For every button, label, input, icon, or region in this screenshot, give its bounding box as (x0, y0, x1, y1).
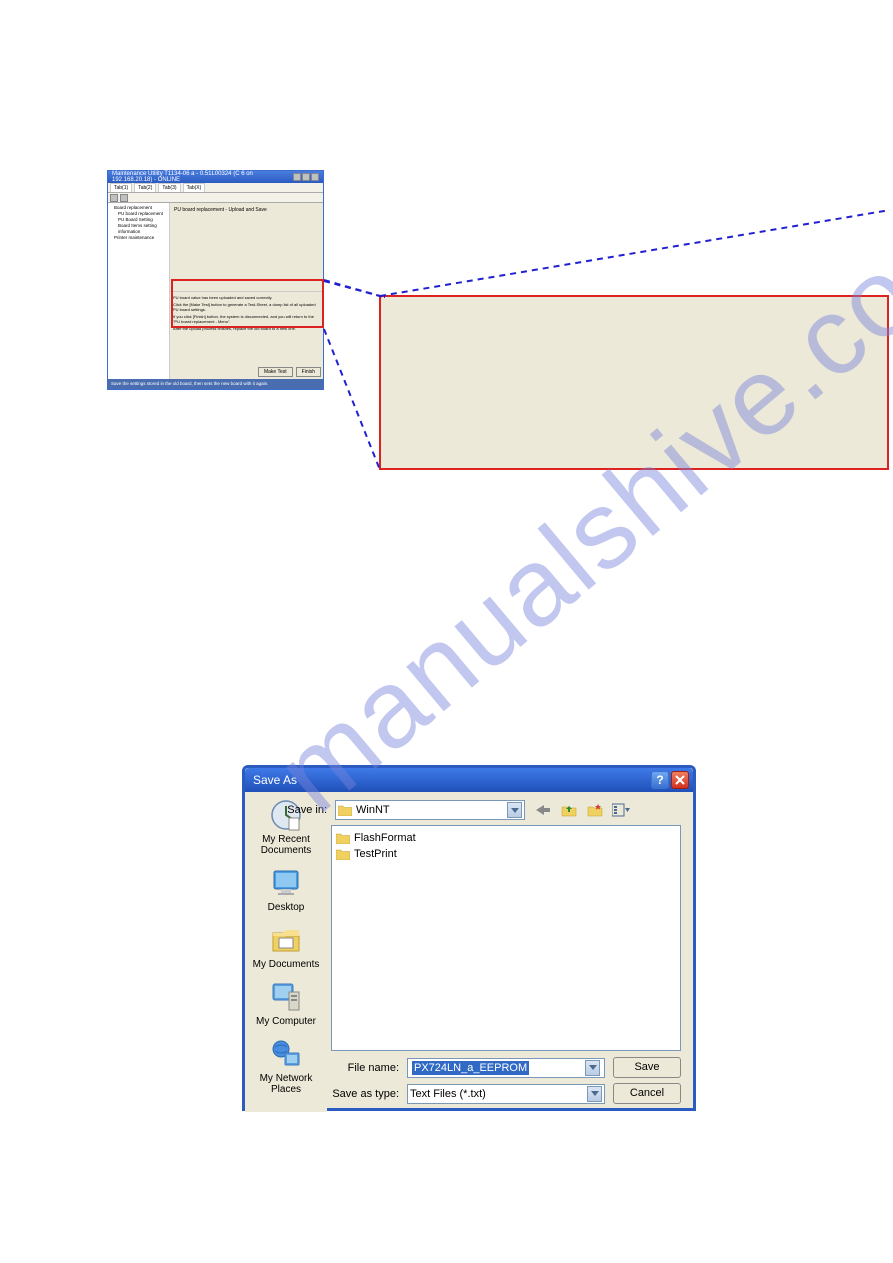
savein-combo[interactable]: WinNT (335, 800, 525, 820)
maximize-icon[interactable] (302, 173, 310, 181)
documents-icon (269, 923, 303, 957)
place-label: My Computer (256, 1016, 316, 1027)
savein-label: Save in: (259, 804, 327, 816)
toolbar-icon-2[interactable] (120, 194, 128, 202)
maint-buttons: Make Test Finish (258, 367, 321, 377)
place-label: My Recent Documents (245, 834, 327, 856)
chevron-down-icon[interactable] (587, 1086, 602, 1102)
savein-value: WinNT (356, 804, 390, 816)
chevron-down-icon[interactable] (585, 1060, 600, 1076)
minimize-icon[interactable] (293, 173, 301, 181)
file-name: FlashFormat (354, 832, 416, 844)
toolbar-icon-1[interactable] (110, 194, 118, 202)
maint-tab-x[interactable]: Tab(X) (183, 183, 206, 192)
close-icon[interactable] (311, 173, 319, 181)
maint-titlebar: Maintenance Utility T1134-06 a - 0.51L00… (108, 171, 323, 183)
place-label: My Network Places (245, 1073, 327, 1095)
chevron-down-icon[interactable] (507, 802, 522, 818)
place-label: Desktop (268, 902, 305, 913)
maint-tab-1[interactable]: Tab(1) (110, 183, 132, 192)
saveas-dialog: Save As ? My Recent Documents Desktop My… (242, 765, 696, 1111)
maint-tab-3[interactable]: Tab(3) (158, 183, 180, 192)
folder-icon (336, 832, 350, 844)
file-item-flashformat[interactable]: FlashFormat (336, 830, 676, 846)
maint-statusbar: Save the settings stored in the old boar… (108, 379, 323, 389)
saveas-titlebar: Save As ? (245, 768, 693, 792)
connector-top-dash (380, 210, 893, 300)
desktop-icon (269, 866, 303, 900)
maint-tab-2[interactable]: Tab(2) (134, 183, 156, 192)
file-item-testprint[interactable]: TestPrint (336, 846, 676, 862)
up-folder-icon[interactable] (559, 800, 579, 820)
saveas-main: Save in: WinNT FlashFormat (327, 792, 693, 1112)
computer-icon (269, 980, 303, 1014)
cancel-button[interactable]: Cancel (613, 1083, 681, 1104)
filename-value: PX724LN_a_EEPROM (412, 1061, 529, 1075)
finish-button[interactable]: Finish (296, 367, 321, 377)
saveastype-value: Text Files (*.txt) (410, 1088, 486, 1100)
filename-label: File name: (331, 1062, 399, 1074)
place-my-computer[interactable]: My Computer (256, 980, 316, 1027)
file-list[interactable]: FlashFormat TestPrint (331, 825, 681, 1051)
network-icon (269, 1037, 303, 1071)
close-icon[interactable] (671, 771, 689, 789)
view-menu-icon[interactable] (611, 800, 631, 820)
place-desktop[interactable]: Desktop (268, 866, 305, 913)
place-my-documents[interactable]: My Documents (253, 923, 320, 970)
folder-icon (338, 804, 352, 816)
place-network-places[interactable]: My Network Places (245, 1037, 327, 1095)
tree-item-3[interactable]: Board Items setting information (110, 223, 167, 235)
maketest-button[interactable]: Make Test (258, 367, 293, 377)
connector-lines (320, 275, 385, 475)
maint-panel-title: PU board replacement - Upload and Save (172, 205, 321, 215)
saveastype-combo[interactable]: Text Files (*.txt) (407, 1084, 605, 1104)
file-name: TestPrint (354, 848, 397, 860)
help-icon[interactable]: ? (651, 771, 669, 789)
filename-input[interactable]: PX724LN_a_EEPROM (407, 1058, 605, 1078)
maint-tree: Board replacement PU board replacement P… (108, 203, 170, 379)
maint-toolbar (108, 193, 323, 203)
tree-item-4[interactable]: Printer maintenance (110, 235, 167, 241)
new-folder-icon[interactable] (585, 800, 605, 820)
saveastype-label: Save as type: (331, 1088, 399, 1100)
maint-tabs: Tab(1) Tab(2) Tab(3) Tab(X) (108, 183, 323, 193)
highlight-box-large (379, 295, 889, 470)
place-label: My Documents (253, 959, 320, 970)
save-button[interactable]: Save (613, 1057, 681, 1078)
maint-title-text: Maintenance Utility T1134-06 a - 0.51L00… (112, 171, 293, 183)
back-icon[interactable] (533, 800, 553, 820)
saveas-title-text: Save As (253, 773, 297, 787)
folder-icon (336, 848, 350, 860)
highlight-box-small (171, 279, 324, 328)
saveas-places-bar: My Recent Documents Desktop My Documents… (245, 792, 327, 1112)
